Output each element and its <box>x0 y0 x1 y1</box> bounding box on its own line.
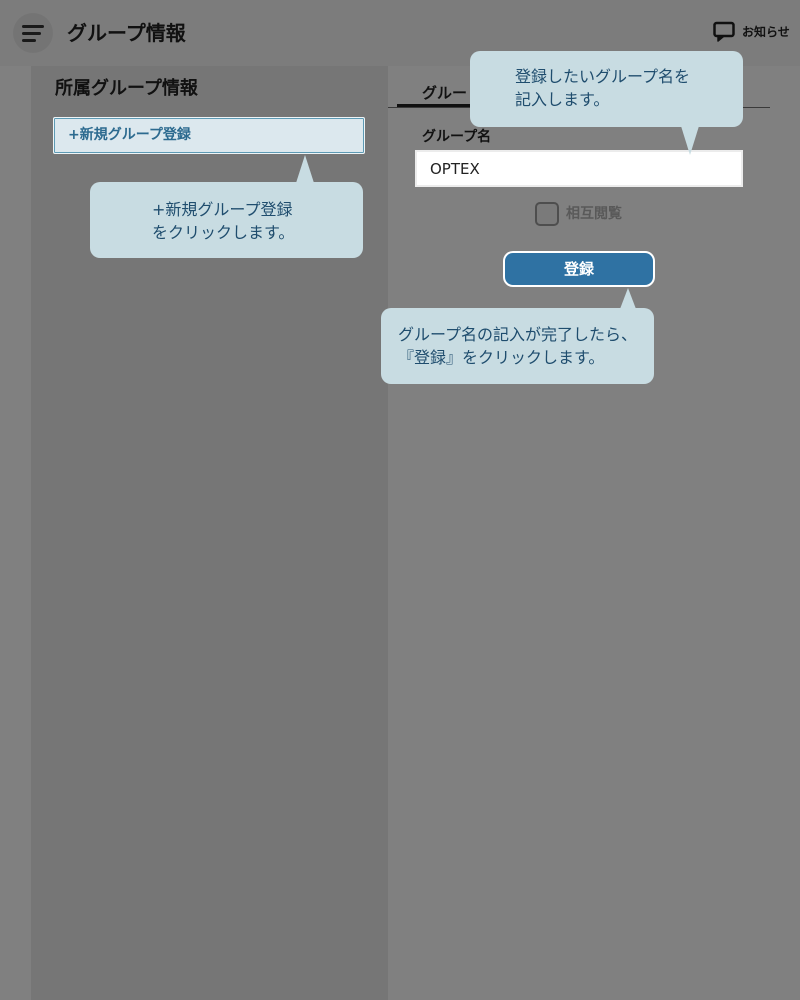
chat-bubble-icon[interactable] <box>713 21 735 43</box>
hamburger-icon-line <box>22 31 41 35</box>
mutual-view-checkbox[interactable] <box>535 202 559 226</box>
register-button[interactable]: 登録 <box>503 251 655 287</box>
callout-text: グループ名の記入が完了したら、 <box>398 325 638 344</box>
mutual-view-label: 相互閲覧 <box>566 206 622 222</box>
menu-button[interactable] <box>13 13 53 53</box>
callout-text: 記入します。 <box>515 90 610 109</box>
group-name-input[interactable] <box>415 150 743 187</box>
callout-pointer <box>681 126 699 155</box>
page-title: グループ情報 <box>67 21 186 45</box>
callout-submit: グループ名の記入が完了したら、 『登録』をクリックします。 <box>381 308 654 384</box>
callout-text: 『登録』をクリックします。 <box>398 348 605 367</box>
tab-group[interactable]: グルー <box>422 84 467 102</box>
callout-text: をクリックします。 <box>152 223 295 242</box>
hamburger-icon-line <box>22 38 36 42</box>
callout-pointer <box>296 155 314 183</box>
hamburger-icon <box>22 24 44 28</box>
new-group-button[interactable]: +新規グループ登録 <box>53 117 365 154</box>
sidebar-title: 所属グループ情報 <box>55 78 198 99</box>
callout-pointer <box>620 288 636 309</box>
callout-group-name: 登録したいグループ名を 記入します。 <box>470 51 743 127</box>
callout-new-group: +新規グループ登録 をクリックします。 <box>90 182 363 258</box>
group-name-label: グループ名 <box>422 129 492 145</box>
callout-text: +新規グループ登録 <box>152 200 293 219</box>
notice-link[interactable]: お知らせ <box>742 25 790 39</box>
callout-text: 登録したいグループ名を <box>515 67 691 86</box>
